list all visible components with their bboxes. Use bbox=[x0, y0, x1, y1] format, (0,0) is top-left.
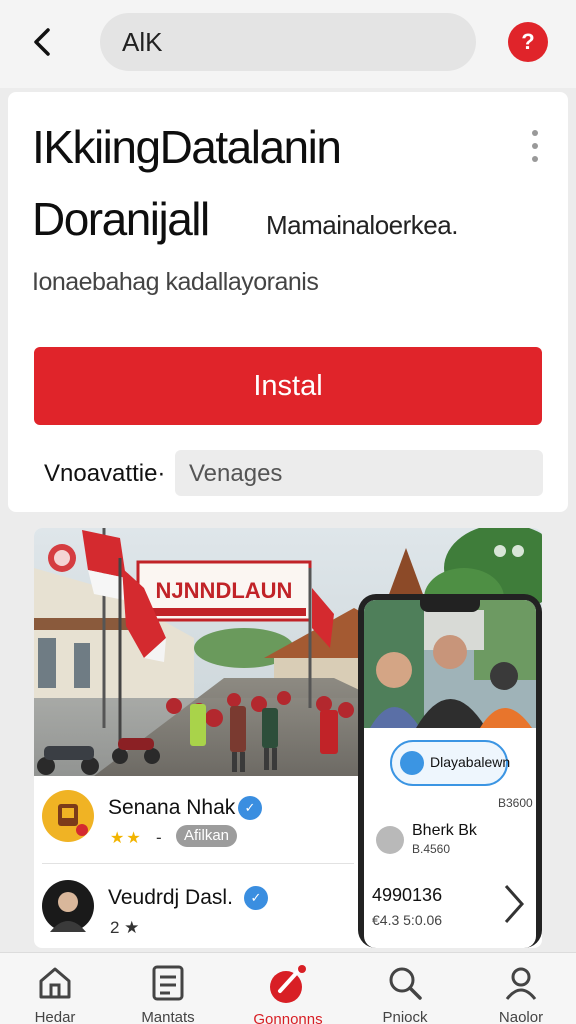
nav-home[interactable]: Hedar bbox=[0, 963, 110, 1024]
banner-text: NJNNDLAUN bbox=[156, 578, 293, 603]
home-icon bbox=[39, 967, 71, 999]
document-icon bbox=[152, 965, 184, 1001]
photo-dots bbox=[488, 544, 524, 562]
meta-label: Vnoavattie· bbox=[44, 460, 166, 487]
rating-stars: ★★ bbox=[110, 830, 143, 847]
review-item[interactable]: Senana Nhak ✓ ★★ - Afilkan bbox=[42, 790, 362, 860]
reviewer-name: Veudrdj Dasl. bbox=[108, 886, 233, 909]
screenshot-gallery[interactable]: NJNNDLAUN Senana Nhak ✓ ★★ - Afilkan Veu… bbox=[34, 528, 542, 948]
meta-value: Venages bbox=[189, 460, 283, 487]
phone-notch bbox=[420, 600, 480, 612]
avatar bbox=[42, 790, 94, 842]
separator: - bbox=[156, 828, 162, 847]
avatar bbox=[42, 880, 94, 932]
phone-screen: Dlayabalewn B3600 Bherk Bk B.4560 499013… bbox=[364, 600, 536, 948]
nav-search[interactable]: Pniock bbox=[350, 963, 460, 1024]
phone-small-text: B3600 bbox=[498, 796, 533, 810]
app-title-line2: Doranijall bbox=[32, 193, 210, 245]
search-bar[interactable]: AlK bbox=[100, 13, 476, 71]
review-badge: Afilkan bbox=[176, 825, 238, 847]
verified-icon: ✓ bbox=[244, 886, 268, 910]
nav-profile[interactable]: Naolor bbox=[466, 963, 576, 1024]
chip-label: Dlayabalewn bbox=[430, 754, 511, 770]
phone-video-thumbnail bbox=[364, 600, 536, 728]
phone-contact-name: Bherk Bk bbox=[412, 822, 477, 839]
verified-icon: ✓ bbox=[238, 796, 262, 820]
chevron-right-icon bbox=[504, 885, 525, 923]
games-icon bbox=[270, 965, 306, 1003]
nav-label: Gonnonns bbox=[253, 1011, 323, 1024]
user-icon bbox=[400, 751, 424, 775]
profile-icon bbox=[505, 967, 537, 1000]
phone-number: 4990136 bbox=[372, 885, 443, 905]
developer-name[interactable]: Mamainaloerkea. bbox=[266, 210, 458, 241]
reviewer-name: Senana Nhak bbox=[108, 796, 236, 819]
app-title-line1: IKkiingDatalanin bbox=[32, 121, 342, 173]
nav-label: Pniock bbox=[382, 1009, 428, 1024]
nav-games[interactable]: Gonnonns bbox=[233, 963, 343, 1024]
back-arrow-icon[interactable] bbox=[24, 22, 64, 62]
phone-contact-sub: B.4560 bbox=[412, 842, 451, 856]
app-subtitle: Ionaebahag kadallayoranis bbox=[32, 268, 319, 296]
bottom-navigation: Hedar Mantats Gonnonns Pniock Naolor bbox=[0, 952, 576, 1024]
help-button[interactable]: ? bbox=[508, 22, 548, 62]
meta-pill[interactable]: Venages bbox=[175, 450, 543, 496]
phone-mockup: Dlayabalewn B3600 Bherk Bk B.4560 499013… bbox=[358, 594, 542, 948]
nav-apps[interactable]: Mantats bbox=[113, 963, 223, 1024]
more-options-icon[interactable] bbox=[528, 130, 542, 170]
install-button[interactable]: Instal bbox=[34, 347, 542, 425]
divider bbox=[42, 863, 354, 864]
nav-label: Hedar bbox=[34, 1009, 76, 1024]
search-icon bbox=[389, 967, 422, 1000]
phone-number-sub: €4.3 5:0.06 bbox=[372, 912, 443, 928]
app-header-card: IKkiingDatalanin Doranijall Mamainaloerk… bbox=[8, 92, 568, 512]
search-text: AlK bbox=[122, 27, 163, 57]
phone-avatar bbox=[376, 826, 404, 854]
nav-label: Mantats bbox=[141, 1009, 195, 1024]
review-item[interactable]: Veudrdj Dasl. ✓ 2 ★ bbox=[42, 880, 362, 948]
phone-chip: Dlayabalewn bbox=[390, 740, 511, 786]
nav-label: Naolor bbox=[498, 1009, 544, 1024]
review-rating: 2 ★ bbox=[110, 918, 140, 937]
top-bar: AlK ? bbox=[0, 0, 576, 88]
